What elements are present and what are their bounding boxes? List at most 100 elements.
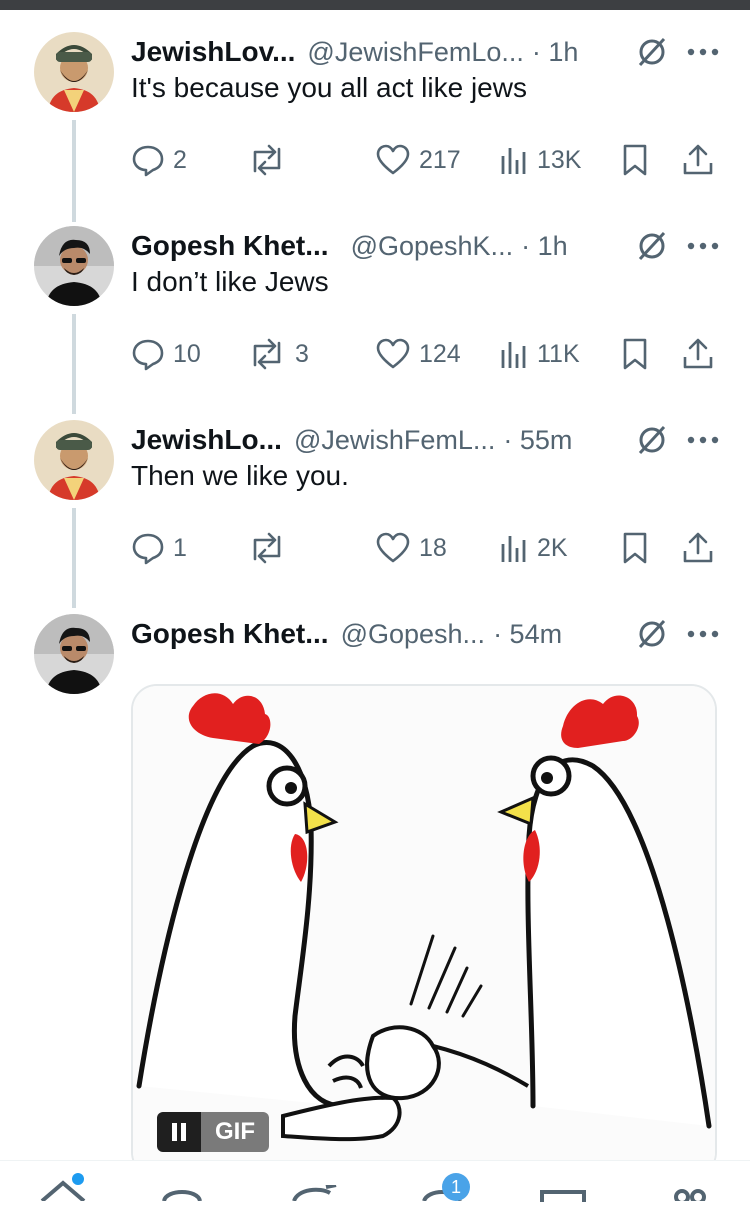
chicken-fistbump-gif	[133, 686, 715, 1176]
more-options-icon[interactable]	[685, 34, 721, 70]
like-count: 18	[419, 533, 447, 562]
share-icon	[683, 144, 713, 175]
retweet-icon	[253, 338, 281, 370]
reply-button[interactable]: 2	[131, 138, 187, 182]
more-options-icon[interactable]	[685, 616, 721, 652]
share-button[interactable]	[681, 526, 715, 570]
like-count: 124	[419, 339, 461, 368]
heart-icon	[376, 144, 410, 175]
gif-label: GIF	[201, 1112, 269, 1152]
tweet[interactable]: JewishLo... @JewishFemL... · 55m Then we…	[0, 420, 750, 610]
share-button[interactable]	[681, 138, 715, 182]
bookmark-button[interactable]	[621, 332, 649, 376]
handle[interactable]: @Gopesh...	[341, 619, 485, 650]
retweet-button[interactable]	[247, 138, 295, 182]
tweet-header: Gopesh Khet... @Gopesh... · 54m	[131, 614, 721, 654]
bottom-navigation: 1	[0, 1160, 750, 1205]
handle[interactable]: @GopeshK...	[351, 231, 514, 262]
share-icon	[683, 532, 713, 563]
thread-line	[72, 314, 76, 414]
communities-icon[interactable]	[670, 1187, 710, 1206]
reply-icon	[132, 339, 164, 371]
tweet-text: Then we like you.	[131, 460, 349, 491]
like-button[interactable]: 18	[375, 526, 447, 570]
reply-count: 10	[173, 339, 201, 368]
bookmark-icon	[623, 338, 647, 370]
grok-icon[interactable]	[290, 1183, 340, 1206]
avatar[interactable]	[34, 420, 114, 500]
grok-icon[interactable]	[633, 33, 671, 71]
tweet-header: JewishLov... @JewishFemLo... · 1h	[131, 32, 721, 72]
like-count: 217	[419, 145, 461, 174]
grok-icon[interactable]	[633, 615, 671, 653]
reply-count: 2	[173, 145, 187, 174]
reply-icon	[132, 533, 164, 565]
timestamp[interactable]: · 55m	[503, 425, 572, 456]
tweet-header-actions	[633, 614, 721, 654]
share-icon	[683, 338, 713, 369]
reply-button[interactable]: 10	[131, 332, 201, 376]
tweet-text: It's because you all act like jews	[131, 72, 527, 103]
tweet-text: I don’t like Jews	[131, 266, 329, 297]
share-button[interactable]	[681, 332, 715, 376]
timestamp[interactable]: · 1h	[532, 37, 579, 68]
display-name[interactable]: JewishLo...	[131, 424, 282, 456]
like-button[interactable]: 124	[375, 332, 461, 376]
timestamp[interactable]: · 54m	[493, 619, 562, 650]
views-icon	[501, 342, 526, 368]
timestamp[interactable]: · 1h	[521, 231, 568, 262]
tweet-header-actions	[633, 420, 721, 460]
tweet[interactable]: Gopesh Khet... @GopeshK... · 1h I don’t …	[0, 226, 750, 416]
home-dot	[72, 1173, 84, 1185]
view-count: 2K	[537, 533, 568, 562]
views-button[interactable]: 11K	[499, 332, 580, 376]
tweet-header-actions	[633, 32, 721, 72]
retweet-button[interactable]: 3	[247, 332, 309, 376]
thread-line	[72, 120, 76, 222]
views-button[interactable]: 2K	[499, 526, 568, 570]
gif-media[interactable]: GIF	[131, 684, 717, 1178]
more-options-icon[interactable]	[685, 228, 721, 264]
reply-icon	[132, 145, 164, 177]
bookmark-icon	[623, 144, 647, 176]
messages-icon[interactable]	[540, 1189, 586, 1207]
status-bar	[0, 0, 750, 10]
bookmark-button[interactable]	[621, 526, 649, 570]
bookmark-button[interactable]	[621, 138, 649, 182]
retweet-icon	[253, 532, 281, 564]
pause-icon[interactable]	[157, 1112, 201, 1152]
reply-button[interactable]: 1	[131, 526, 187, 570]
tweet[interactable]: JewishLov... @JewishFemLo... · 1h It's b…	[0, 32, 750, 222]
reply-count: 1	[173, 533, 187, 562]
display-name[interactable]: Gopesh Khet...	[131, 618, 329, 650]
thread-line	[72, 508, 76, 608]
more-options-icon[interactable]	[685, 422, 721, 458]
notifications-badge: 1	[442, 1173, 470, 1201]
display-name[interactable]: Gopesh Khet...	[131, 230, 329, 262]
views-button[interactable]: 13K	[499, 138, 581, 182]
view-count: 13K	[537, 145, 582, 174]
tweet-header: JewishLo... @JewishFemL... · 55m	[131, 420, 721, 460]
tweet-actions: 2 217 13K	[131, 138, 721, 182]
handle[interactable]: @JewishFemL...	[294, 425, 495, 456]
tweet-header: Gopesh Khet... @GopeshK... · 1h	[131, 226, 721, 266]
search-icon[interactable]	[160, 1187, 204, 1206]
heart-icon	[376, 338, 410, 369]
tweet-actions: 1 18 2K	[131, 526, 721, 570]
tweet-header-actions	[633, 226, 721, 266]
display-name[interactable]: JewishLov...	[131, 36, 295, 68]
view-count: 11K	[537, 339, 580, 368]
handle[interactable]: @JewishFemLo...	[307, 37, 523, 68]
grok-icon[interactable]	[633, 421, 671, 459]
views-icon	[501, 536, 526, 562]
grok-icon[interactable]	[633, 227, 671, 265]
avatar[interactable]	[34, 226, 114, 306]
retweet-button[interactable]	[247, 526, 295, 570]
avatar[interactable]	[34, 614, 114, 694]
views-icon	[501, 148, 526, 174]
tweet-actions: 10 3 124 11K	[131, 332, 721, 376]
gif-badge[interactable]: GIF	[157, 1112, 269, 1152]
avatar[interactable]	[34, 32, 114, 112]
like-button[interactable]: 217	[375, 138, 461, 182]
retweet-icon	[253, 144, 281, 176]
